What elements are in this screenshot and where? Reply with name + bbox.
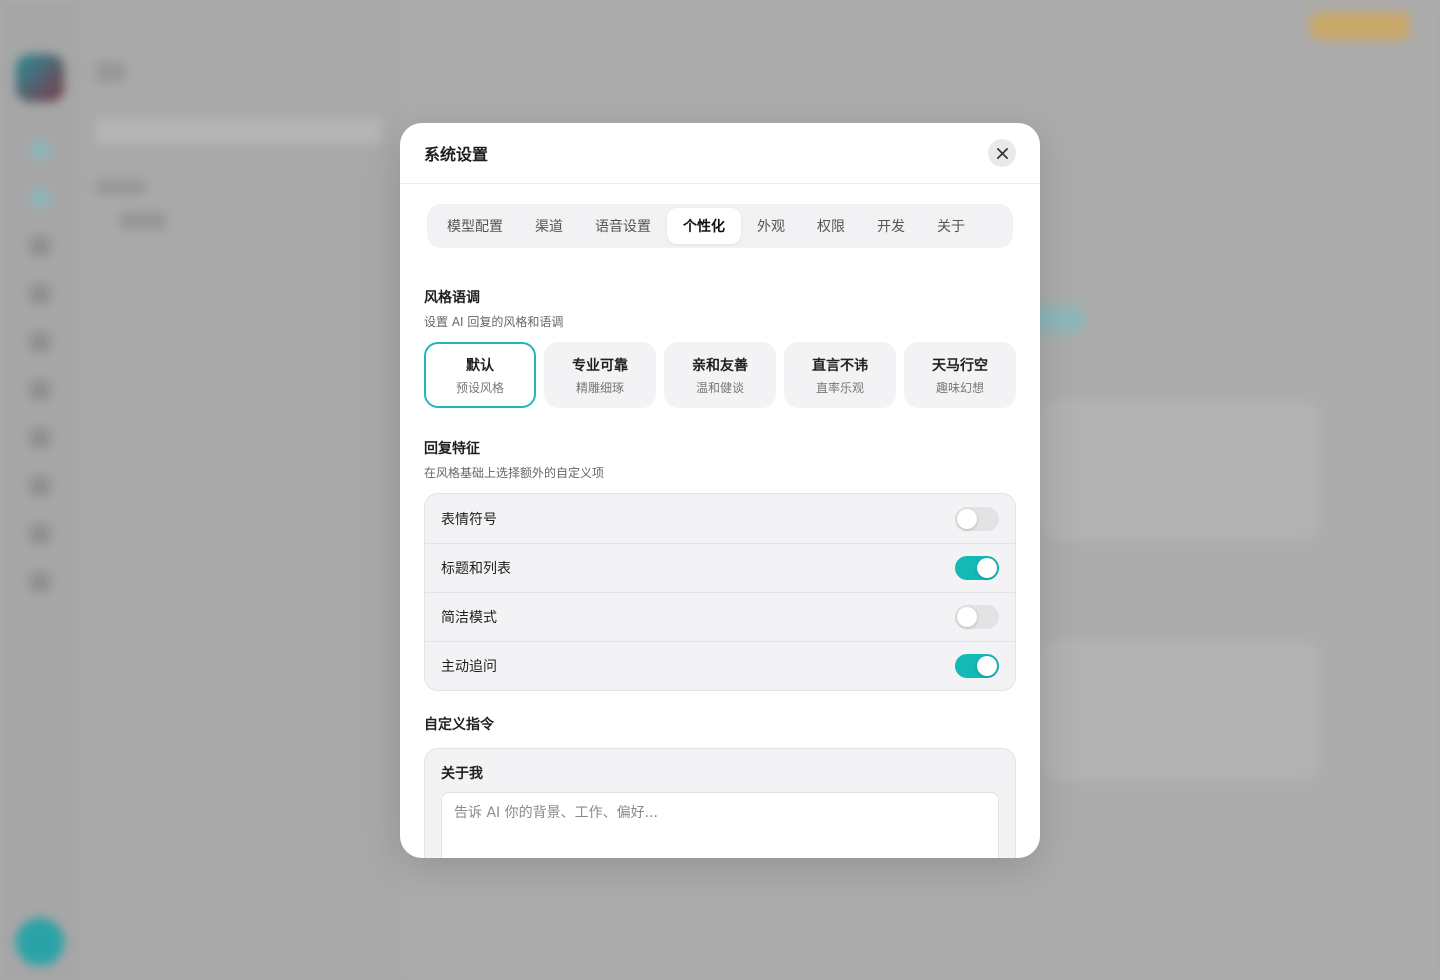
concise-mode-toggle[interactable]: [955, 605, 999, 629]
background-rail: [0, 0, 80, 980]
headings-lists-toggle[interactable]: [955, 556, 999, 580]
close-button[interactable]: [988, 139, 1016, 167]
tab-voice-settings[interactable]: 语音设置: [579, 208, 667, 244]
rail-icon: [30, 380, 50, 400]
style-option-sub: 趣味幻想: [935, 380, 984, 395]
close-icon: [996, 147, 1008, 159]
background-card: [1040, 640, 1320, 780]
feature-row-follow-up: 主动追问: [425, 641, 1015, 690]
tab-developer[interactable]: 开发: [861, 208, 921, 244]
feature-list: 表情符号 标题和列表 简洁模式 主动追问: [424, 493, 1016, 691]
tab-appearance[interactable]: 外观: [741, 208, 801, 244]
toggle-knob: [977, 558, 997, 578]
tab-about[interactable]: 关于: [921, 208, 981, 244]
modal-body: 模型配置 渠道 语音设置 个性化 外观 权限 开发 关于 风格语调 设置 AI …: [400, 184, 1040, 858]
feature-label: 主动追问: [441, 659, 497, 675]
sidebar-search-block: [96, 118, 382, 144]
toggle-knob: [977, 656, 997, 676]
style-section-title: 风格语调: [424, 290, 480, 306]
style-option-name: 专业可靠: [572, 357, 628, 374]
style-option-name: 默认: [466, 357, 494, 374]
modal-header: 系统设置: [400, 123, 1040, 184]
style-option-name: 亲和友善: [692, 357, 748, 374]
follow-up-toggle[interactable]: [955, 654, 999, 678]
custom-section-title: 自定义指令: [424, 717, 494, 733]
tab-channels[interactable]: 渠道: [519, 208, 579, 244]
style-option-imaginative[interactable]: 天马行空 趣味幻想: [904, 342, 1016, 408]
style-option-friendly[interactable]: 亲和友善 温和健谈: [664, 342, 776, 408]
style-option-professional[interactable]: 专业可靠 精雕细琢: [544, 342, 656, 408]
rail-icon: [30, 476, 50, 496]
style-options: 默认 预设风格 专业可靠 精雕细琢 亲和友善 温和健谈 直言不讳 直率乐观 天马…: [424, 342, 1016, 408]
feature-label: 表情符号: [441, 511, 497, 528]
style-option-sub: 温和健谈: [695, 380, 744, 395]
app-logo-icon: [16, 54, 64, 102]
background-badge: [1310, 12, 1410, 40]
sidebar-title-block: [96, 62, 126, 82]
feature-row-headings-lists: 标题和列表: [425, 543, 1015, 592]
style-option-sub: 精雕细琢: [575, 380, 624, 395]
rail-icon: [30, 428, 50, 448]
about-me-label: 关于我: [441, 766, 483, 782]
settings-modal: 系统设置 模型配置 渠道 语音设置 个性化 外观 权限 开发 关于 风格语调 设…: [400, 123, 1040, 858]
rail-icon: [30, 140, 50, 160]
style-option-name: 直言不讳: [812, 357, 868, 374]
about-me-textarea[interactable]: [441, 792, 999, 858]
toggle-knob: [957, 508, 977, 529]
rail-icon: [30, 284, 50, 304]
sidebar-group-block: [96, 180, 146, 194]
rail-icon: [30, 188, 50, 208]
style-option-name: 天马行空: [932, 357, 988, 374]
features-section-title: 回复特征: [424, 441, 480, 457]
style-option-sub: 预设风格: [455, 380, 504, 395]
style-option-candid[interactable]: 直言不讳 直率乐观: [784, 342, 896, 408]
tab-permissions[interactable]: 权限: [801, 208, 861, 244]
settings-tabs: 模型配置 渠道 语音设置 个性化 外观 权限 开发 关于: [427, 204, 1013, 248]
user-avatar: [16, 918, 64, 966]
sidebar-item-block: [120, 212, 166, 230]
tab-personalization[interactable]: 个性化: [667, 208, 741, 244]
toggle-knob: [957, 607, 977, 627]
feature-label: 简洁模式: [441, 610, 497, 626]
tab-model-config[interactable]: 模型配置: [431, 208, 519, 244]
style-section-desc: 设置 AI 回复的风格和语调: [424, 315, 564, 329]
feature-row-emoji: 表情符号: [425, 494, 1015, 543]
rail-icon: [30, 236, 50, 256]
features-section-desc: 在风格基础上选择额外的自定义项: [424, 466, 605, 480]
custom-instructions-box: 关于我: [424, 748, 1016, 858]
rail-icon: [30, 524, 50, 544]
feature-label: 标题和列表: [441, 561, 511, 577]
style-option-sub: 直率乐观: [815, 380, 864, 395]
rail-icon: [30, 332, 50, 352]
style-option-default[interactable]: 默认 预设风格: [424, 342, 536, 408]
feature-row-concise-mode: 简洁模式: [425, 592, 1015, 641]
rail-icon: [30, 572, 50, 592]
background-card: [1040, 400, 1320, 540]
emoji-toggle[interactable]: [955, 506, 999, 531]
modal-title: 系统设置: [424, 145, 489, 164]
background-sidebar: [80, 0, 400, 980]
